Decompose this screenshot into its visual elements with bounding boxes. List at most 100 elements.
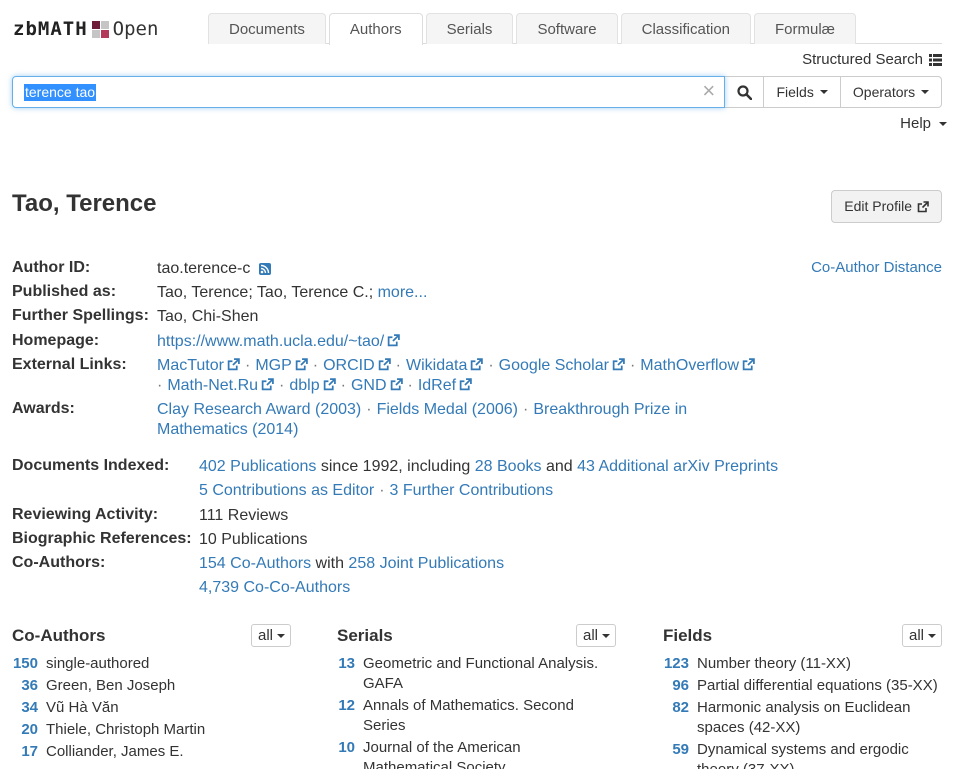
serial-name-line-2: Series (363, 717, 406, 734)
caret-down-icon (819, 90, 828, 94)
biographic-references-link[interactable]: 10 Publications (199, 530, 308, 550)
award-clay[interactable]: Clay Research Award (2003) (157, 401, 361, 418)
award-breakthrough[interactable]: Breakthrough Prize in (533, 401, 687, 418)
serials-column-title: Serials (337, 626, 393, 645)
external-link-1[interactable]: dblp (289, 377, 319, 394)
publications-link[interactable]: 402 Publications (199, 458, 316, 475)
count: 59 (672, 741, 689, 758)
list-item[interactable]: 12 Annals of Mathematics. Second Series (325, 696, 625, 738)
list-item[interactable]: 150 single-authored (0, 654, 320, 674)
fields-filter-dropdown[interactable]: all (902, 624, 942, 647)
award-breakthrough-cont[interactable]: Mathematics (2014) (157, 421, 298, 438)
author-id-label: Author ID: (12, 259, 91, 276)
field-name: Number theory (11-XX) (697, 654, 947, 674)
tab-documents[interactable]: Documents (208, 13, 326, 44)
co-co-authors-link[interactable]: 4,739 Co-Co-Authors (199, 579, 350, 596)
list-item[interactable]: 82 Harmonic analysis on Euclidean spaces (… (650, 698, 950, 740)
count: 13 (338, 655, 355, 672)
help-menu[interactable]: Help (900, 115, 947, 132)
fields-dropdown[interactable]: Fields (764, 76, 842, 108)
preprints-link[interactable]: 43 Additional arXiv Preprints (577, 458, 778, 475)
reviews-link[interactable]: 111 Reviews (199, 506, 288, 526)
caret-down-icon (928, 634, 937, 639)
more-link[interactable]: more... (378, 284, 428, 301)
external-link-1[interactable]: MGP (255, 357, 291, 374)
coauthors-column-title: Co-Authors (12, 626, 106, 645)
external-link-icon (390, 378, 403, 391)
main-nav-tabs: Documents Authors Serials Software Class… (208, 13, 942, 45)
operators-dropdown[interactable]: Operators (841, 76, 942, 108)
structured-search-link[interactable]: Structured Search (802, 51, 942, 68)
external-link-icon (742, 358, 755, 371)
coauthors-filter-dropdown[interactable]: all (251, 624, 291, 647)
awards-label: Awards: (12, 400, 75, 417)
external-link-5[interactable]: MathOverflow (640, 357, 739, 374)
list-item[interactable]: 20 Thiele, Christoph Martin (0, 720, 320, 740)
homepage-link[interactable]: https://www.math.ucla.edu/~tao/ (157, 333, 384, 350)
external-link-2[interactable]: GND (351, 377, 387, 394)
count: 96 (672, 677, 689, 694)
joint-publications-link[interactable]: 258 Joint Publications (348, 555, 504, 572)
external-link-icon (387, 334, 401, 347)
tab-classification[interactable]: Classification (620, 13, 752, 44)
biographic-references-label: Biographic References: (12, 530, 192, 547)
books-link[interactable]: 28 Books (475, 458, 542, 475)
with-text: with (315, 555, 344, 572)
award-fields-medal[interactable]: Fields Medal (2006) (377, 401, 518, 418)
external-link-2[interactable]: ORCID (323, 357, 375, 374)
tab-formulae[interactable]: Formulæ (754, 13, 857, 44)
zbmath-logo[interactable]: zbMATH Open (13, 16, 158, 42)
list-item[interactable]: 34 Vũ Hà Văn (0, 698, 320, 718)
list-item[interactable]: 17 Colliander, James E. (0, 742, 320, 762)
serials-filter-dropdown[interactable]: all (576, 624, 616, 647)
field-name: Partial differential equations (35-XX) (697, 676, 947, 696)
tab-serials[interactable]: Serials (425, 13, 514, 44)
coauthor-name: Green, Ben Joseph (46, 677, 176, 694)
coauthor-name: Colliander, James E. (46, 743, 184, 760)
coauthor-distance-link[interactable]: Co-Author Distance (811, 259, 942, 276)
homepage-label: Homepage: (12, 332, 100, 349)
clear-icon[interactable]: × (702, 79, 715, 103)
caret-down-icon (277, 634, 286, 639)
external-link-icon (471, 358, 484, 371)
edit-profile-label: Edit Profile (844, 198, 912, 214)
search-button[interactable] (725, 76, 765, 108)
external-link-0[interactable]: MacTutor (157, 357, 224, 374)
further-contributions-link[interactable]: 3 Further Contributions (390, 482, 554, 499)
external-link-0[interactable]: Math-Net.Ru (167, 377, 258, 394)
external-link-4[interactable]: Google Scholar (499, 357, 609, 374)
serial-name: Geometric and Functional Analysis. GAFA (363, 654, 623, 694)
tab-software[interactable]: Software (516, 13, 618, 44)
edit-profile-button[interactable]: Edit Profile (831, 190, 942, 223)
coauthor-name: Vũ Hà Văn (46, 699, 119, 716)
operators-label: Operators (852, 84, 916, 100)
external-links-row-2: · Math-Net.Ru · dblp · GND · IdRef (157, 376, 767, 396)
list-item[interactable]: 123 Number theory (11-XX) (650, 654, 950, 674)
list-item[interactable]: 36 Green, Ben Joseph (0, 676, 320, 696)
count: 123 (663, 655, 689, 672)
external-link-3[interactable]: IdRef (418, 377, 456, 394)
external-link-icon (459, 378, 472, 391)
tab-authors[interactable]: Authors (328, 13, 423, 45)
co-authors-link[interactable]: 154 Co-Authors (199, 555, 311, 572)
list-item[interactable]: 96 Partial differential equations (35-XX) (650, 676, 950, 696)
external-link-3[interactable]: Wikidata (406, 357, 467, 374)
list-item[interactable]: 59 Dynamical systems and ergodic theory (3… (650, 740, 950, 769)
list-item[interactable]: 10 Journal of the American Mathematical So… (325, 738, 625, 769)
published-as-value: Tao, Terence; Tao, Terence C.; more... (157, 283, 427, 303)
external-link-icon (378, 358, 391, 371)
search-input[interactable]: terence tao × (12, 76, 726, 108)
search-bar: terence tao × Fields Operators (12, 76, 942, 108)
documents-indexed-label: Documents Indexed: (12, 457, 170, 474)
field-name: Dynamical systems and ergodic theory (37-… (697, 740, 947, 769)
logo-squares (91, 20, 109, 38)
rss-icon[interactable] (258, 263, 271, 275)
count: 10 (338, 739, 355, 756)
editor-contributions-link[interactable]: 5 Contributions as Editor (199, 482, 374, 499)
list-item[interactable]: 13 Geometric and Functional Analysis. GAFA (325, 654, 625, 696)
external-link-icon (612, 358, 625, 371)
author-id-value: tao.terence-c (157, 259, 271, 279)
list-icon (929, 53, 942, 66)
count: 12 (338, 697, 355, 714)
field-name-line-1: Harmonic analysis on Euclidean (697, 699, 911, 716)
